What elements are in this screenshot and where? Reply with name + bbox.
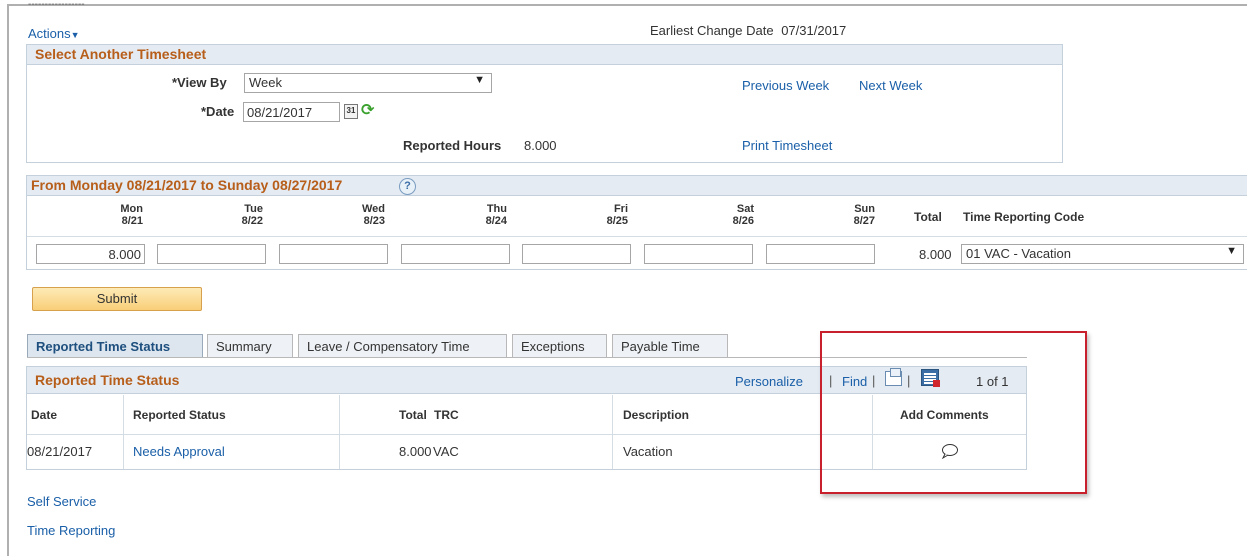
view-by-label: *View By [172, 75, 227, 90]
submit-button[interactable]: Submit [32, 287, 202, 311]
day-date: 8/27 [853, 215, 875, 227]
date-input-value: 08/21/2017 [247, 105, 313, 120]
self-service-link[interactable]: Self Service [27, 494, 96, 509]
col-total: Total [399, 408, 427, 422]
tab-reported-time-status[interactable]: Reported Time Status [27, 334, 203, 358]
day-name: Thu [486, 203, 507, 215]
previous-week-link[interactable]: Previous Week [742, 78, 829, 93]
day-date: 8/22 [241, 215, 263, 227]
date-label: *Date [201, 104, 235, 119]
reported-hours-value: 8.000 [524, 138, 557, 153]
highlight-box [820, 331, 1087, 494]
reported-hours-label: Reported Hours [403, 138, 502, 153]
hours-value: 8.000 [108, 247, 141, 262]
earliest-change-value: 07/31/2017 [781, 23, 847, 38]
dropdown-arrow-icon: ▼ [1226, 245, 1237, 257]
total-value: 8.000 [919, 247, 952, 262]
col-date: Date [31, 408, 58, 422]
trc-select[interactable]: 01 VAC - Vacation ▼ [961, 244, 1244, 264]
day-name: Fri [613, 203, 628, 215]
day-header-fri: Fri 8/25 [565, 203, 628, 227]
day-name: Mon [120, 203, 143, 215]
timesheet-title: From Monday 08/21/2017 to Sunday 08/27/2… [31, 177, 343, 193]
view-by-value: Week [249, 75, 282, 90]
row-total: 8.000 [399, 444, 432, 459]
actions-label: Actions [28, 26, 71, 41]
day-date: 8/23 [363, 215, 385, 227]
hours-input-tue[interactable] [157, 244, 266, 264]
tab-payable-time[interactable]: Payable Time [612, 334, 728, 358]
tab-exceptions[interactable]: Exceptions [512, 334, 607, 358]
row-date: 08/21/2017 [27, 444, 93, 459]
hours-input-sun[interactable] [766, 244, 875, 264]
trc-value: 01 VAC - Vacation [966, 246, 1072, 261]
refresh-icon[interactable]: ⟳ [361, 100, 374, 120]
earliest-change-date: Earliest Change Date 07/31/2017 [650, 23, 846, 38]
personalize-link[interactable]: Personalize [735, 374, 803, 389]
row-status-link[interactable]: Needs Approval [133, 444, 225, 459]
hours-input-fri[interactable] [522, 244, 631, 264]
day-name: Sat [736, 203, 754, 215]
calendar-icon[interactable]: 31 [344, 104, 358, 119]
col-reported-status: Reported Status [133, 408, 226, 422]
date-input[interactable]: 08/21/2017 [243, 102, 340, 122]
row-description: Vacation [623, 444, 673, 459]
col-divider [612, 395, 613, 469]
day-name: Wed [361, 203, 385, 215]
help-icon[interactable]: ? [399, 178, 416, 195]
day-date: 8/26 [732, 215, 754, 227]
day-header-sat: Sat 8/26 [691, 203, 754, 227]
day-date: 8/25 [606, 215, 628, 227]
day-header-thu: Thu 8/24 [444, 203, 507, 227]
col-description: Description [623, 408, 690, 422]
row-trc: VAC [433, 444, 459, 459]
hours-input-wed[interactable] [279, 244, 388, 264]
status-grid-title: Reported Time Status [35, 372, 180, 388]
time-reporting-link[interactable]: Time Reporting [27, 523, 115, 538]
hours-input-mon[interactable]: 8.000 [36, 244, 145, 264]
actions-menu[interactable]: Actions▼ [28, 26, 80, 41]
hours-input-thu[interactable] [401, 244, 510, 264]
earliest-change-label: Earliest Change Date [650, 23, 774, 38]
tab-leave-compensatory-time[interactable]: Leave / Compensatory Time [298, 334, 507, 358]
day-header-mon: Mon 8/21 [80, 203, 143, 227]
col-divider [123, 395, 124, 469]
day-name: Sun [854, 203, 875, 215]
day-header-sun: Sun 8/27 [812, 203, 875, 227]
day-name: Tue [244, 203, 263, 215]
total-header: Total [914, 210, 942, 224]
dropdown-arrow-icon: ▼ [474, 74, 485, 86]
trc-header: Time Reporting Code [963, 210, 1085, 224]
next-week-link[interactable]: Next Week [859, 78, 922, 93]
select-timesheet-title: Select Another Timesheet [35, 46, 207, 62]
day-date: 8/24 [485, 215, 507, 227]
col-trc: TRC [434, 408, 459, 422]
day-header-tue: Tue 8/22 [200, 203, 263, 227]
day-date: 8/21 [121, 215, 143, 227]
print-timesheet-link[interactable]: Print Timesheet [742, 138, 832, 153]
top-dashes: ----------------- [28, 0, 85, 10]
timesheet-divider [27, 236, 1247, 237]
tab-summary[interactable]: Summary [207, 334, 293, 358]
view-by-select[interactable]: Week ▼ [244, 73, 492, 93]
col-divider [339, 395, 340, 469]
day-header-wed: Wed 8/23 [322, 203, 385, 227]
caret-down-icon: ▼ [70, 30, 80, 40]
hours-input-sat[interactable] [644, 244, 753, 264]
